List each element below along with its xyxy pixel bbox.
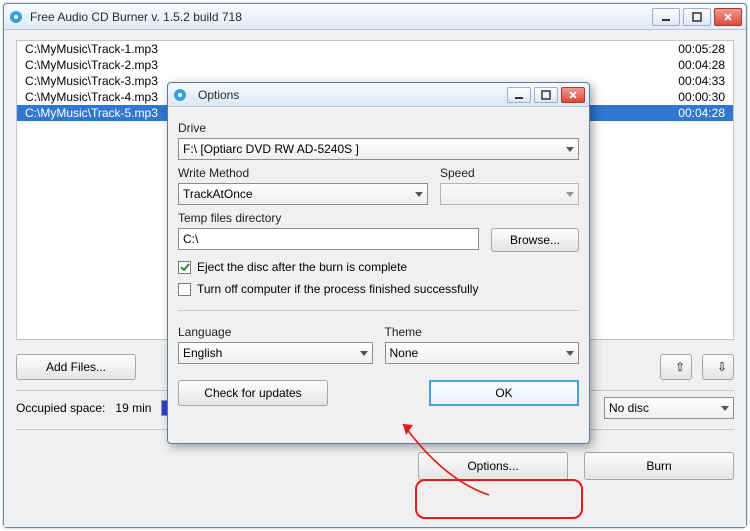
write-method-value: TrackAtOnce <box>183 187 253 201</box>
occupied-space-label: Occupied space: <box>16 401 105 415</box>
language-value: English <box>183 346 222 360</box>
drive-select[interactable]: F:\ [Optiarc DVD RW AD-5240S ] <box>178 138 579 160</box>
chevron-down-icon <box>415 192 423 197</box>
dialog-maximize-button[interactable] <box>534 87 558 103</box>
write-method-select[interactable]: TrackAtOnce <box>178 183 428 205</box>
temp-dir-input[interactable] <box>178 228 479 250</box>
disc-select-value: No disc <box>609 401 649 415</box>
write-method-label: Write Method <box>178 166 428 180</box>
theme-label: Theme <box>385 325 580 339</box>
burn-button[interactable]: Burn <box>584 452 734 480</box>
turnoff-checkbox-label: Turn off computer if the process finishe… <box>197 282 478 296</box>
drive-label: Drive <box>178 121 579 135</box>
turnoff-checkbox[interactable] <box>178 283 191 296</box>
temp-dir-label: Temp files directory <box>178 211 579 225</box>
eject-checkbox[interactable] <box>178 261 191 274</box>
chevron-down-icon <box>566 192 574 197</box>
options-button[interactable]: Options... <box>418 452 568 480</box>
move-down-button[interactable]: ⇩ <box>702 354 734 380</box>
chevron-down-icon <box>721 406 729 411</box>
dialog-icon <box>172 87 188 103</box>
dialog-minimize-button[interactable] <box>507 87 531 103</box>
window-title: Free Audio CD Burner v. 1.5.2 build 718 <box>30 10 652 24</box>
file-row[interactable]: C:\MyMusic\Track-2.mp3 00:04:28 <box>17 57 733 73</box>
add-files-button[interactable]: Add Files... <box>16 354 136 380</box>
minimize-button[interactable] <box>652 8 680 26</box>
language-select[interactable]: English <box>178 342 373 364</box>
occupied-space-value: 19 min <box>115 401 151 415</box>
theme-value: None <box>390 346 419 360</box>
chevron-down-icon <box>566 351 574 356</box>
check-updates-button[interactable]: Check for updates <box>178 380 328 406</box>
file-path: C:\MyMusic\Track-2.mp3 <box>25 57 158 73</box>
dialog-titlebar: Options <box>168 83 589 107</box>
file-duration: 00:05:28 <box>678 41 725 57</box>
drive-select-value: F:\ [Optiarc DVD RW AD-5240S ] <box>183 142 359 156</box>
chevron-down-icon <box>566 147 574 152</box>
language-label: Language <box>178 325 373 339</box>
speed-label: Speed <box>440 166 579 180</box>
maximize-button[interactable] <box>683 8 711 26</box>
file-duration: 00:04:33 <box>678 73 725 89</box>
file-duration: 00:04:28 <box>678 105 725 121</box>
options-dialog: Options Drive F:\ [Optiarc DVD RW AD-524… <box>167 82 590 444</box>
eject-checkbox-label: Eject the disc after the burn is complet… <box>197 260 407 274</box>
file-duration: 00:00:30 <box>678 89 725 105</box>
file-path: C:\MyMusic\Track-4.mp3 <box>25 89 158 105</box>
speed-select[interactable] <box>440 183 579 205</box>
disc-select[interactable]: No disc <box>604 397 734 419</box>
main-titlebar: Free Audio CD Burner v. 1.5.2 build 718 <box>4 4 746 30</box>
file-row[interactable]: C:\MyMusic\Track-1.mp3 00:05:28 <box>17 41 733 57</box>
file-duration: 00:04:28 <box>678 57 725 73</box>
file-path: C:\MyMusic\Track-3.mp3 <box>25 73 158 89</box>
ok-button[interactable]: OK <box>429 380 579 406</box>
move-up-button[interactable]: ⇧ <box>660 354 692 380</box>
chevron-down-icon <box>360 351 368 356</box>
file-path: C:\MyMusic\Track-5.mp3 <box>25 105 158 121</box>
theme-select[interactable]: None <box>385 342 580 364</box>
browse-button[interactable]: Browse... <box>491 228 579 252</box>
close-button[interactable] <box>714 8 742 26</box>
app-icon <box>8 9 24 25</box>
dialog-close-button[interactable] <box>561 87 585 103</box>
file-path: C:\MyMusic\Track-1.mp3 <box>25 41 158 57</box>
dialog-title: Options <box>198 88 507 102</box>
